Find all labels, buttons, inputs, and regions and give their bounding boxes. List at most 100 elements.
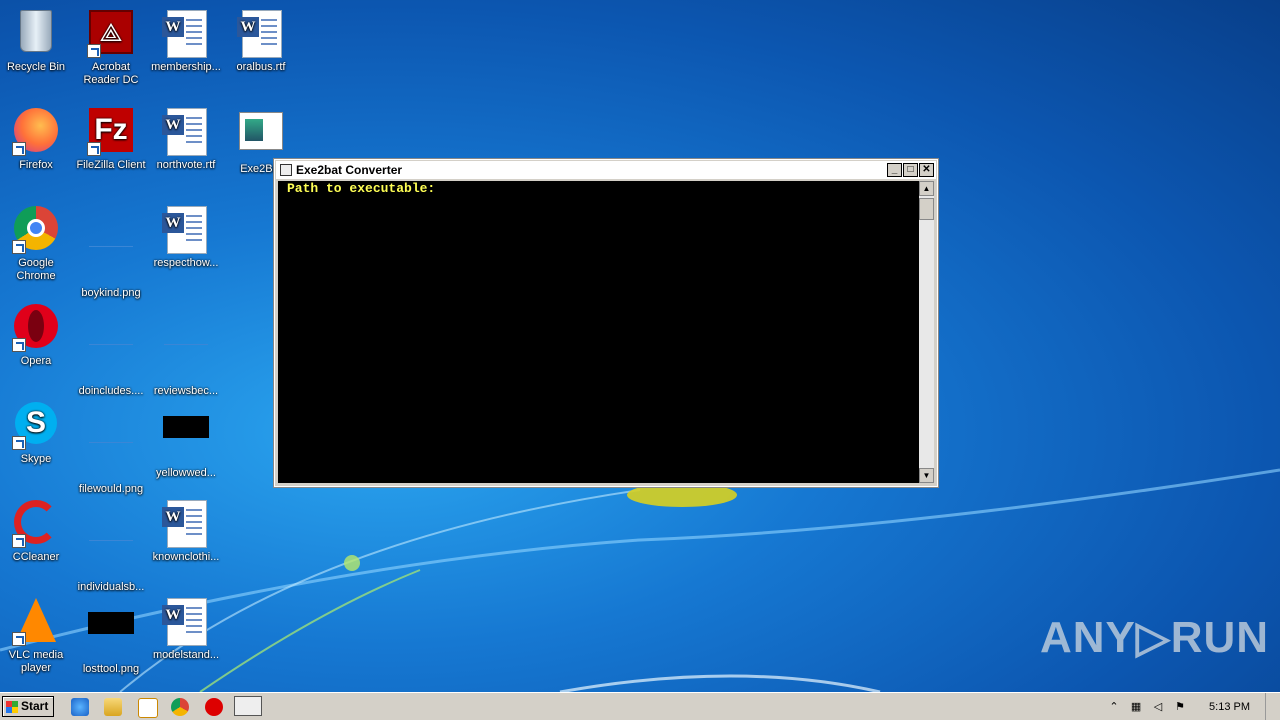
desktop-icon[interactable]: Google Chrome	[0, 202, 73, 283]
desktop-icon-label: Google Chrome	[16, 257, 56, 282]
clock[interactable]: 5:13 PM	[1209, 701, 1250, 713]
exe2bat-taskbar-button[interactable]	[234, 696, 262, 716]
desktop-icon-label: oralbus.rtf	[236, 61, 286, 73]
desktop-icon-label: Acrobat Reader DC	[83, 61, 139, 86]
console-output[interactable]: Path to executable:	[278, 181, 919, 483]
desktop-icon-label: yellowwed...	[156, 467, 216, 479]
scroll-thumb[interactable]	[919, 198, 934, 220]
word-icon: W	[162, 500, 210, 548]
desktop-icon-label: Opera	[20, 355, 52, 367]
desktop-icon-label: northvote.rtf	[156, 159, 216, 171]
windows-logo-icon	[6, 701, 18, 713]
word-icon: W	[162, 206, 210, 254]
desktop-icon-label: losttool.png	[82, 663, 140, 675]
window-titlebar[interactable]: Exe2bat Converter _ □ ✕	[276, 161, 936, 179]
desktop-icon[interactable]: boykind.png	[74, 202, 148, 300]
shortcut-arrow-icon	[12, 338, 26, 352]
word-icon: W	[162, 598, 210, 646]
desktop-icon[interactable]: filewould.png	[74, 398, 148, 496]
system-tray: ⌃ ▦ ◁ ⚑ 5:13 PM	[1107, 696, 1250, 717]
desktop-icon[interactable]: ⟁ Acrobat Reader DC	[74, 6, 148, 87]
png-icon	[162, 334, 210, 382]
desktop-icon[interactable]: Wnorthvote.rtf	[149, 104, 223, 172]
acrobat-icon: ⟁	[87, 10, 135, 58]
word-icon: W	[237, 10, 285, 58]
minimize-button[interactable]: _	[887, 163, 902, 177]
desktop-icon[interactable]: Wrespecthow...	[149, 202, 223, 270]
desktop-icon[interactable]: Recycle Bin	[0, 6, 73, 74]
shortcut-arrow-icon	[12, 436, 26, 450]
app-icon	[237, 112, 285, 160]
ie-icon[interactable]	[71, 698, 89, 716]
exe2bat-window[interactable]: Exe2bat Converter _ □ ✕ Path to executab…	[273, 158, 939, 488]
tray-overflow-icon[interactable]: ⌃	[1107, 700, 1121, 714]
volume-icon[interactable]: ◁	[1151, 700, 1165, 714]
desktop-icon-label: membership...	[151, 61, 221, 73]
desktop-icon[interactable]: Woralbus.rtf	[224, 6, 298, 74]
desktop-icon-label: doincludes....	[78, 385, 144, 397]
desktop-icon-label: individualsb...	[77, 581, 145, 593]
png-icon	[87, 432, 135, 480]
black-icon	[87, 612, 135, 660]
window-title: Exe2bat Converter	[296, 163, 403, 177]
desktop-icon[interactable]: S Skype	[0, 398, 73, 466]
close-button[interactable]: ✕	[919, 163, 934, 177]
desktop-icon-label: VLC media player	[8, 649, 64, 674]
desktop-icon-label: FileZilla Client	[76, 159, 146, 171]
shortcut-arrow-icon	[12, 632, 26, 646]
desktop-icon-label: boykind.png	[81, 287, 141, 299]
explorer-icon[interactable]	[104, 698, 122, 716]
ccleaner-icon	[12, 500, 60, 548]
png-icon	[87, 530, 135, 578]
vlc-icon	[12, 598, 60, 646]
word-icon: W	[162, 10, 210, 58]
desktop-icon[interactable]: losttool.png	[74, 594, 148, 676]
opera-icon[interactable]	[205, 698, 223, 716]
shortcut-arrow-icon	[12, 142, 26, 156]
firefox-icon	[12, 108, 60, 156]
start-label: Start	[21, 699, 49, 713]
desktop-icon-label: Firefox	[19, 159, 53, 171]
filezilla-icon: Fz	[87, 108, 135, 156]
desktop-icon[interactable]: CCleaner	[0, 496, 73, 564]
desktop-icon[interactable]: yellowwed...	[149, 398, 223, 480]
desktop-icon[interactable]: Firefox	[0, 104, 73, 172]
scroll-down-arrow[interactable]: ▼	[919, 468, 934, 483]
opera-icon	[12, 304, 60, 352]
console-icon	[280, 164, 292, 176]
start-button[interactable]: Start	[2, 696, 54, 717]
show-desktop-button[interactable]	[1265, 693, 1280, 720]
chrome-icon[interactable]	[171, 698, 189, 716]
desktop-icon-label: respecthow...	[153, 257, 219, 269]
shortcut-arrow-icon	[87, 44, 101, 58]
desktop-icon-label: filewould.png	[78, 483, 144, 495]
recycle-icon	[12, 10, 60, 58]
desktop-icon-label: CCleaner	[12, 551, 60, 563]
shortcut-arrow-icon	[87, 142, 101, 156]
word-icon: W	[162, 108, 210, 156]
skype-icon: S	[12, 402, 60, 450]
chrome-icon	[12, 206, 60, 254]
anyrun-watermark: ANY▷RUN	[1040, 613, 1270, 662]
desktop-icon[interactable]: reviewsbec...	[149, 300, 223, 398]
desktop-icon[interactable]: Opera	[0, 300, 73, 368]
desktop-icon[interactable]: VLC media player	[0, 594, 73, 675]
console-prompt: Path to executable:	[287, 181, 436, 196]
png-icon	[87, 236, 135, 284]
media-player-icon[interactable]	[138, 698, 158, 718]
desktop-icon[interactable]: Wmembership...	[149, 6, 223, 74]
desktop-icon-label: Recycle Bin	[6, 61, 66, 73]
desktop-icon[interactable]: Wmodelstand...	[149, 594, 223, 662]
maximize-button[interactable]: □	[903, 163, 918, 177]
desktop-icon[interactable]: doincludes....	[74, 300, 148, 398]
desktop-icon[interactable]: Fz FileZilla Client	[74, 104, 148, 172]
desktop-icon-label: Skype	[20, 453, 52, 465]
scroll-up-arrow[interactable]: ▲	[919, 181, 934, 196]
desktop-icon-label: reviewsbec...	[153, 385, 219, 397]
desktop-icon[interactable]: individualsb...	[74, 496, 148, 594]
network-icon[interactable]: ▦	[1129, 700, 1143, 714]
action-center-flag-icon[interactable]: ⚑	[1173, 700, 1187, 714]
vertical-scrollbar[interactable]: ▲ ▼	[919, 181, 934, 483]
desktop-icon[interactable]: Wknownclothi...	[149, 496, 223, 564]
desktop-icon-label: knownclothi...	[152, 551, 220, 563]
